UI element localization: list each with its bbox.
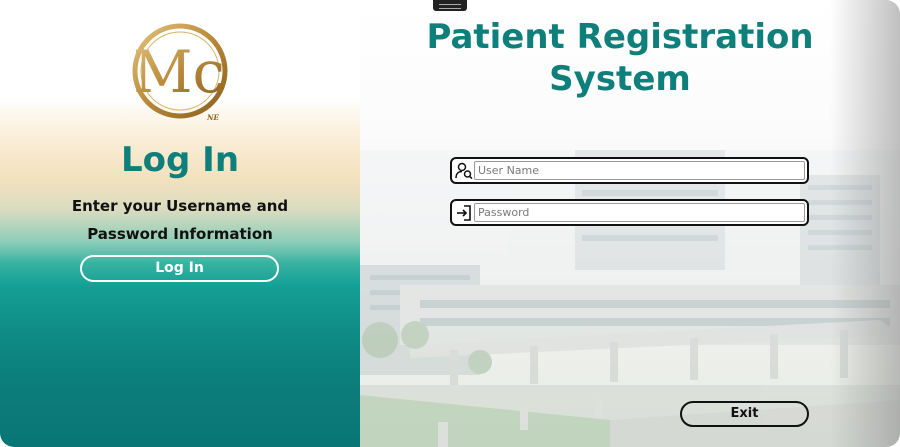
login-heading: Log In [120, 140, 240, 180]
user-search-icon [455, 162, 473, 180]
login-panel: Mc NE Log In Enter your Username and Pas… [0, 0, 360, 447]
login-instructions: Enter your Username and Password Informa… [71, 197, 289, 243]
drag-handle[interactable] [433, 0, 467, 11]
page-title: Patient Registration System [426, 17, 814, 99]
mc-logo: Mc NE [132, 23, 228, 122]
logo-letter-m: Mc [133, 38, 225, 106]
password-field [450, 199, 809, 226]
exit-button[interactable]: Exit [680, 401, 809, 427]
username-input[interactable] [474, 161, 805, 180]
login-button[interactable]: Log In [80, 255, 279, 282]
sign-in-icon [457, 205, 471, 221]
username-field [450, 157, 809, 184]
login-window: Mc NE Log In Enter your Username and Pas… [0, 0, 900, 447]
password-input[interactable] [474, 203, 805, 222]
logo-subtext: NE [206, 113, 219, 122]
